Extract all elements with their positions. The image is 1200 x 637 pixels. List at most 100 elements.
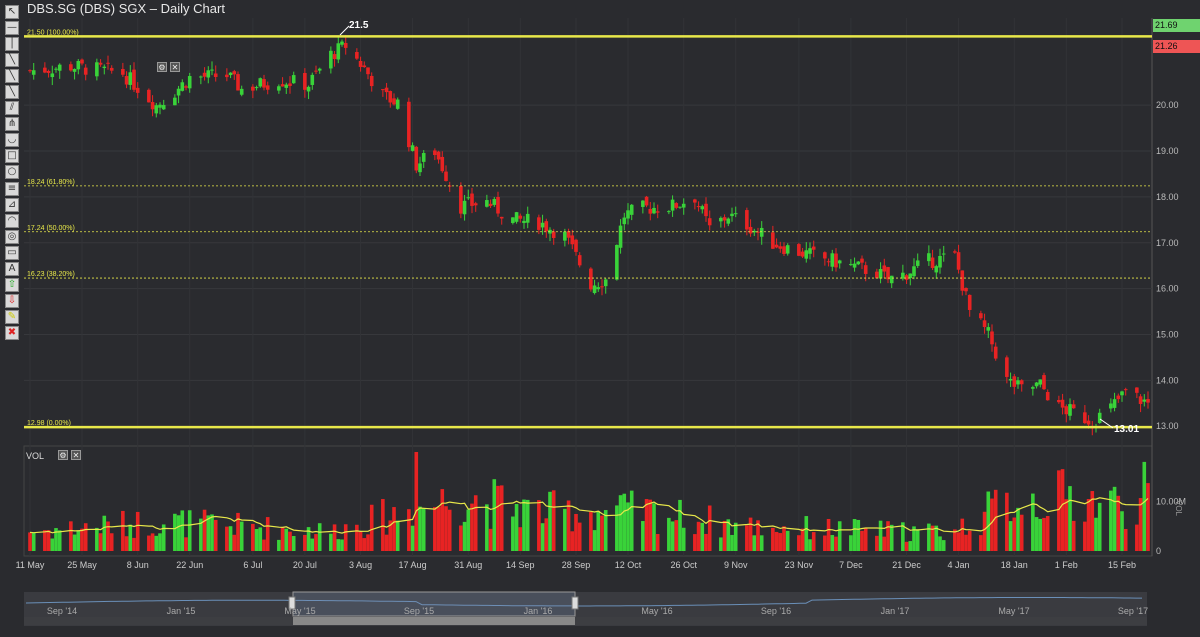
volume-bar bbox=[860, 530, 864, 551]
volume-bar bbox=[956, 532, 961, 551]
candle bbox=[830, 253, 835, 267]
candle bbox=[381, 89, 385, 91]
volume-bar bbox=[722, 520, 727, 551]
candle bbox=[421, 153, 426, 162]
price-chart[interactable]: 20.00 19.00 18.00 17.00 16.00 15.00 14.00 13.00… bbox=[0, 0, 1200, 637]
candle bbox=[43, 67, 47, 73]
candle bbox=[730, 213, 734, 217]
candle bbox=[967, 294, 972, 310]
candle bbox=[700, 206, 705, 210]
navigator-label: May '16 bbox=[641, 606, 673, 616]
candle bbox=[262, 79, 266, 88]
candle bbox=[314, 70, 318, 72]
candle bbox=[626, 210, 630, 219]
candle bbox=[514, 212, 519, 222]
candle bbox=[990, 331, 994, 345]
volume-bar bbox=[109, 533, 114, 551]
candle bbox=[310, 74, 315, 85]
volume-bar bbox=[934, 525, 939, 551]
candle bbox=[670, 199, 675, 211]
volume-bar bbox=[704, 533, 708, 551]
candle bbox=[54, 68, 58, 70]
volume-bar bbox=[719, 537, 723, 551]
volume-bar bbox=[95, 527, 99, 551]
volume-bar bbox=[652, 503, 656, 551]
candle bbox=[982, 320, 987, 328]
candle bbox=[410, 145, 415, 151]
volume-bar bbox=[1031, 493, 1035, 551]
candle bbox=[436, 151, 441, 160]
last-price-tag: 21.26 bbox=[1153, 40, 1200, 53]
candle bbox=[644, 196, 649, 206]
candle bbox=[930, 257, 935, 268]
volume-bar bbox=[83, 523, 88, 551]
candle bbox=[128, 72, 133, 85]
candle bbox=[358, 60, 363, 67]
volume-bar bbox=[1097, 502, 1102, 551]
candle bbox=[462, 200, 467, 215]
volume-bar bbox=[1146, 483, 1150, 551]
volume-bar bbox=[782, 526, 786, 551]
volume-bar bbox=[459, 525, 463, 551]
volume-bar bbox=[184, 537, 188, 551]
volume-bar bbox=[566, 500, 571, 551]
candle bbox=[518, 215, 523, 219]
settings-icon[interactable]: ⚙ bbox=[58, 450, 68, 460]
candle bbox=[1146, 399, 1150, 403]
candle bbox=[856, 261, 861, 265]
volume-bar bbox=[514, 503, 519, 551]
close-icon[interactable]: ✕ bbox=[71, 450, 81, 460]
volume-bar bbox=[496, 485, 500, 551]
candle bbox=[228, 72, 233, 76]
candle bbox=[395, 99, 400, 109]
high-annotation: 21.5 bbox=[349, 20, 369, 31]
candle bbox=[1083, 412, 1087, 424]
volume-bar bbox=[421, 508, 426, 551]
scrollbar[interactable] bbox=[24, 617, 1147, 625]
volume-bar bbox=[1057, 470, 1061, 551]
volume-bar bbox=[433, 507, 437, 551]
candle bbox=[956, 252, 961, 270]
candle bbox=[811, 246, 816, 250]
candle bbox=[1135, 387, 1139, 393]
volume-bar bbox=[232, 534, 237, 551]
close-icon[interactable]: ✕ bbox=[170, 62, 180, 72]
volume-bar bbox=[358, 531, 363, 551]
candle bbox=[938, 255, 942, 268]
volume-bar bbox=[485, 504, 489, 551]
candle bbox=[106, 62, 110, 64]
candle bbox=[886, 267, 890, 280]
candle bbox=[782, 246, 786, 254]
volume-bar bbox=[314, 534, 318, 551]
candle bbox=[459, 185, 463, 214]
candle bbox=[800, 251, 805, 257]
candle bbox=[369, 75, 374, 87]
volume-bar bbox=[953, 529, 957, 551]
volume-bar bbox=[499, 485, 504, 551]
candle bbox=[1042, 375, 1046, 390]
volume-bar bbox=[641, 521, 645, 551]
volume-bar bbox=[785, 530, 790, 551]
volume-bar bbox=[106, 521, 110, 551]
candle bbox=[629, 204, 634, 215]
scrollbar-thumb[interactable] bbox=[293, 617, 575, 625]
settings-icon[interactable]: ⚙ bbox=[157, 62, 167, 72]
candle bbox=[797, 244, 801, 256]
candle bbox=[563, 231, 567, 241]
volume-bar bbox=[251, 523, 255, 551]
volume-bar bbox=[1042, 517, 1046, 551]
candle bbox=[771, 232, 775, 249]
candle bbox=[889, 275, 894, 284]
candle bbox=[912, 266, 916, 277]
candle bbox=[343, 42, 348, 48]
x-axis-label: 18 Jan bbox=[1000, 560, 1028, 570]
price-axis-label: 16.00 bbox=[1156, 284, 1179, 294]
candle bbox=[180, 82, 185, 91]
volume-bar bbox=[778, 533, 783, 551]
candle bbox=[837, 260, 842, 264]
volume-bar bbox=[551, 490, 556, 551]
candle bbox=[303, 73, 307, 90]
candle bbox=[979, 313, 983, 319]
price-axis-label: 18.00 bbox=[1156, 192, 1179, 202]
candle bbox=[540, 222, 545, 228]
